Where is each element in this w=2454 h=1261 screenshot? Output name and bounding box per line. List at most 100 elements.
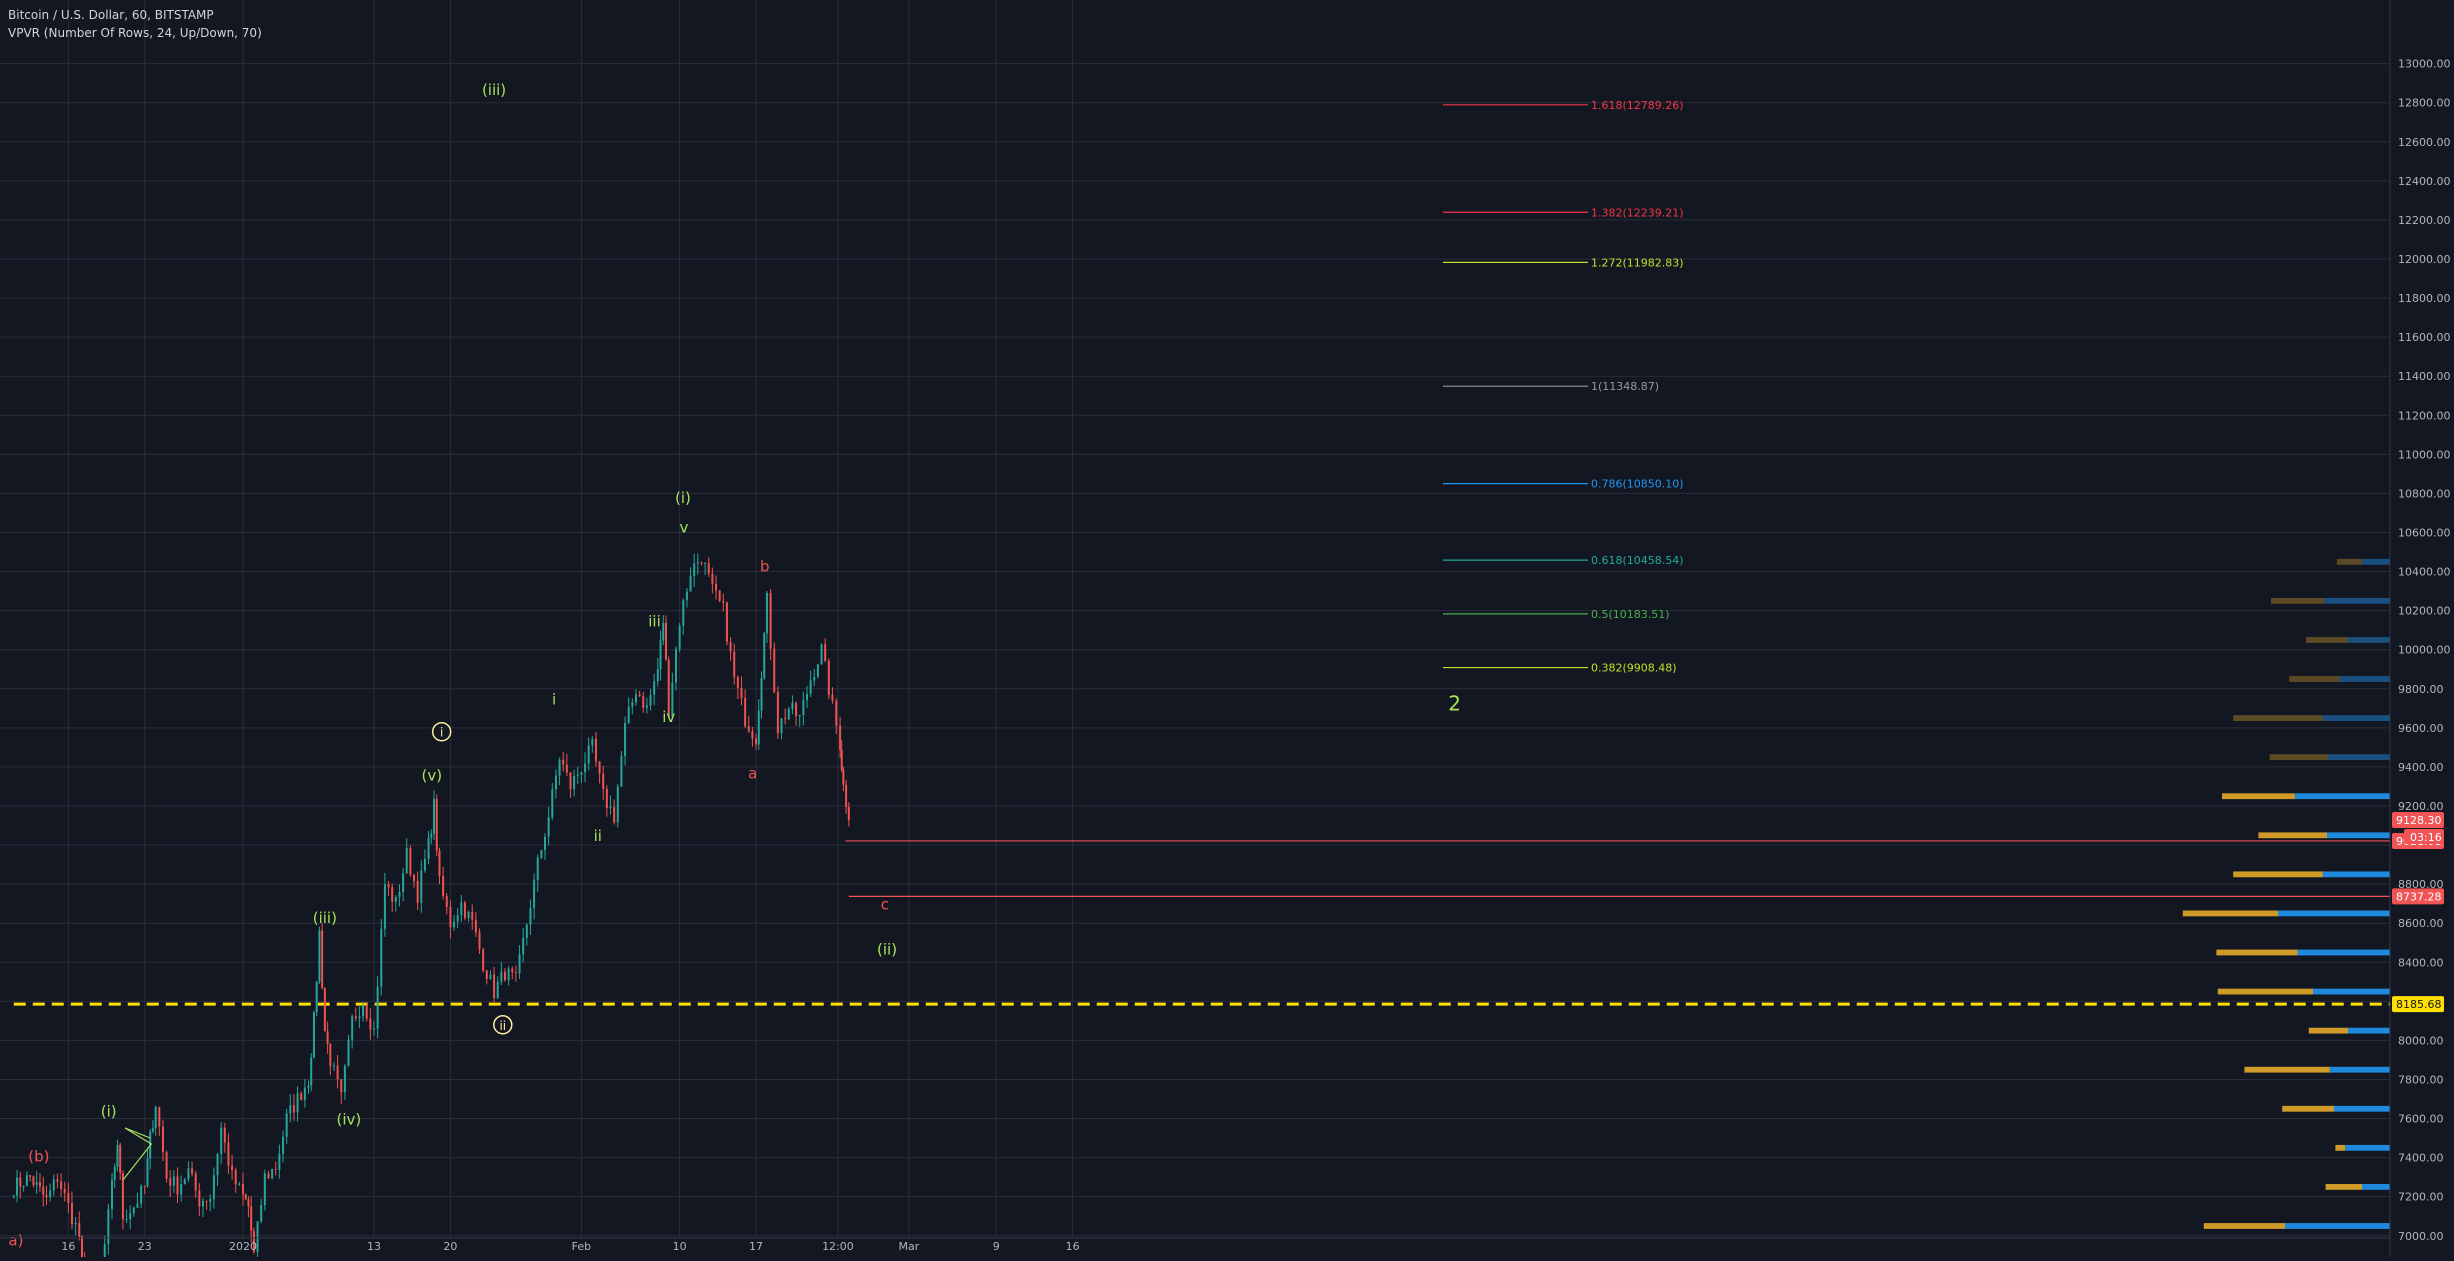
candle-body [580, 772, 583, 775]
volume-profile-down-bar [2258, 832, 2327, 839]
candle-body [427, 837, 430, 859]
price-axis-tick-label: 7000.00 [2398, 1230, 2444, 1243]
wave-label[interactable]: b [760, 558, 770, 576]
candle-body [362, 1005, 365, 1017]
candle-body [22, 1186, 25, 1188]
volume-profile-down-bar [2216, 949, 2298, 956]
candle-body [136, 1203, 139, 1208]
candle-body [467, 911, 470, 919]
candle-body [662, 622, 665, 641]
candle-body [565, 764, 568, 773]
candle-body [813, 676, 816, 681]
candle-body [146, 1158, 149, 1186]
candle-body [449, 907, 452, 928]
candle-body [29, 1175, 32, 1177]
candle-body [312, 1012, 315, 1058]
volume-profile-up-bar [2322, 871, 2390, 878]
candle-body [624, 723, 627, 757]
wave-label[interactable]: a) [8, 1232, 23, 1250]
volume-profile-down-bar [2203, 1223, 2285, 1229]
candle-body [216, 1154, 219, 1176]
candle-body [310, 1057, 313, 1086]
candle-body [56, 1179, 59, 1182]
volume-profile-down-bar [2269, 754, 2329, 761]
wave-label[interactable]: iv [662, 708, 675, 726]
wave-label[interactable]: (b) [28, 1148, 49, 1166]
chart-title: Bitcoin / U.S. Dollar, 60, BITSTAMP [8, 8, 214, 22]
candle-body [453, 921, 456, 928]
candle-body [340, 1079, 343, 1093]
price-axis-tick-label: 12000.00 [2398, 253, 2451, 266]
candle-body [278, 1154, 281, 1171]
candle-body [522, 938, 525, 955]
wave-label[interactable]: iii [648, 612, 661, 630]
time-axis-tick-label: 9 [993, 1240, 1000, 1253]
candle-body [323, 988, 326, 1032]
price-axis-tick-label: 7800.00 [2398, 1073, 2444, 1086]
candle-body [391, 887, 394, 902]
candle-body [336, 1065, 339, 1080]
price-chart[interactable]: 1.618(12789.26) 1.382(12239.21) 1.272(1198… [0, 0, 2454, 1261]
price-axis-tick-label: 9200.00 [2398, 800, 2444, 813]
candle-body [776, 691, 779, 734]
volume-profile-up-bar [2348, 637, 2390, 643]
candle-body [634, 694, 637, 703]
candle-body [151, 1128, 154, 1132]
wave-label-circled[interactable]: ii [499, 1019, 506, 1033]
volume-profile-up-bar [2345, 1144, 2390, 1151]
wave-label[interactable]: (iii) [313, 909, 337, 927]
candle-body [358, 1016, 361, 1019]
candle-body [260, 1205, 263, 1222]
candle-body [485, 970, 488, 979]
candle-body [307, 1085, 310, 1088]
wave-label[interactable]: 2 [1448, 691, 1461, 715]
candle-body [682, 600, 685, 626]
candle-body [474, 919, 477, 933]
candle-body [365, 1005, 368, 1019]
candle-body [234, 1169, 237, 1185]
time-axis-tick-label: 10 [673, 1240, 687, 1253]
candle-body [463, 902, 466, 919]
candle-body [438, 850, 441, 876]
chart-root[interactable]: 1.618(12789.26) 1.382(12239.21) 1.272(1198… [0, 0, 2454, 1261]
wave-label[interactable]: (iii) [482, 81, 506, 99]
wave-label-circled[interactable]: i [440, 726, 443, 740]
candle-body [540, 850, 543, 858]
wave-label[interactable]: (ii) [877, 940, 897, 958]
candle-body [525, 924, 528, 939]
candle-body [594, 738, 597, 762]
candle-body [547, 817, 550, 837]
candle-body [747, 726, 750, 731]
price-axis-tick-label: 7400.00 [2398, 1152, 2444, 1165]
candle-body [113, 1166, 116, 1180]
candle-body [740, 688, 743, 699]
candle-body [773, 648, 776, 692]
candle-body [372, 1028, 375, 1030]
wave-label[interactable]: (i) [101, 1103, 117, 1121]
price-axis-tick-label: 9400.00 [2398, 761, 2444, 774]
volume-profile-down-bar [2244, 1066, 2330, 1073]
wave-label[interactable]: (i) [675, 489, 691, 507]
candle-body [689, 576, 692, 592]
wave-label[interactable]: (v) [422, 767, 443, 785]
volume-profile-up-bar [2329, 1066, 2390, 1073]
price-axis-tick-label: 12200.00 [2398, 214, 2451, 227]
time-axis-tick-label: 20 [443, 1240, 457, 1253]
wave-label[interactable]: ii [594, 827, 602, 845]
candle-body [176, 1176, 179, 1195]
candle-body [659, 640, 662, 670]
wave-label[interactable]: c [881, 896, 889, 914]
candle-body [573, 775, 576, 790]
fib-level-label: 0.382(9908.48) [1591, 662, 1677, 675]
wave-label[interactable]: a [748, 765, 757, 783]
candle-body [116, 1144, 119, 1167]
wave-label[interactable]: (iv) [337, 1110, 362, 1128]
candle-body [718, 590, 721, 601]
candle-body [820, 644, 823, 665]
candle-body [161, 1126, 164, 1153]
candle-body [685, 591, 688, 601]
candle-body [620, 756, 623, 787]
candle-body [507, 968, 510, 981]
wave-label[interactable]: v [680, 518, 689, 536]
wave-label[interactable]: i [552, 690, 556, 708]
